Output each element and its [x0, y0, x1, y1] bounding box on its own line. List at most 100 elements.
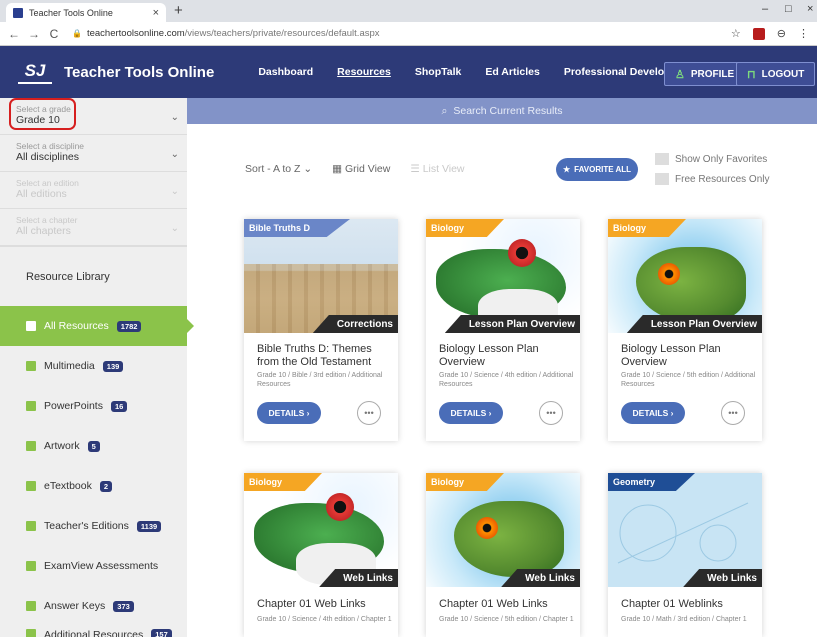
browser-tab-bar: Teacher Tools Online × + – □ × [0, 0, 817, 22]
count-badge: 373 [113, 600, 134, 612]
reload-icon[interactable]: C [44, 27, 64, 41]
chevron-down-icon: ⌄ [170, 149, 179, 160]
details-button[interactable]: DETAILS › [257, 402, 321, 424]
user-icon: ♙ [675, 68, 685, 81]
count-badge: 139 [102, 360, 124, 372]
card-title[interactable]: Chapter 01 Web Links [257, 598, 392, 611]
nav-dashboard[interactable]: Dashboard [246, 66, 325, 78]
free-only-label: Free Resources Only [675, 173, 770, 185]
powerpoint-icon [26, 401, 36, 411]
resource-card[interactable]: Bible Truths D Corrections Bible Truths … [244, 219, 398, 441]
chameleon-eye [476, 517, 498, 539]
url-field[interactable]: 🔒 teachertoolsonline.com/views/teachers/… [72, 28, 380, 39]
logout-label: LOGOUT [761, 68, 805, 80]
site-title[interactable]: Teacher Tools Online [64, 64, 214, 81]
sidebar-item-answer-keys[interactable]: Answer Keys 373 [0, 586, 187, 626]
pdf-extension-icon[interactable] [752, 27, 765, 40]
chapter-select[interactable]: Select a chapter All chapters ⌄ [0, 209, 187, 246]
show-favorites-label: Show Only Favorites [675, 153, 768, 165]
browser-tab[interactable]: Teacher Tools Online × [6, 3, 166, 22]
minimize-button[interactable]: – [762, 3, 768, 15]
nav-resources[interactable]: Resources [325, 66, 403, 78]
sidebar-item-etextbook[interactable]: eTextbook 2 [0, 466, 187, 506]
more-options-button[interactable]: ••• [721, 401, 745, 425]
profile-avatar-icon[interactable]: ⊖ [777, 27, 786, 40]
discipline-select-label: Select a discipline [16, 141, 85, 151]
chapter-select-value: All chapters [16, 225, 71, 237]
new-tab-button[interactable]: + [174, 2, 183, 19]
sidebar-item-multimedia[interactable]: Multimedia 139 [0, 346, 187, 386]
chevron-down-icon: ⌄ [170, 112, 179, 123]
back-arrow-icon[interactable]: ← [4, 27, 24, 41]
logout-button[interactable]: ⊓ LOGOUT [736, 62, 816, 86]
count-badge: 2 [99, 480, 113, 492]
resource-card[interactable]: Biology Lesson Plan Overview Biology Les… [608, 219, 762, 441]
card-meta: Grade 10 / Science / 4th edition / Addit… [439, 372, 574, 389]
profile-button[interactable]: ♙ PROFILE [664, 62, 746, 86]
sidebar-item-label: eTextbook [44, 480, 92, 492]
checkbox-box[interactable] [655, 173, 669, 185]
sidebar-item-label: All Resources [44, 320, 109, 332]
chameleon-eye [658, 263, 680, 285]
checkbox-box[interactable] [655, 153, 669, 165]
grid-view-toggle[interactable]: ▦ Grid View [332, 163, 390, 175]
free-only-checkbox[interactable]: Free Resources Only [655, 173, 769, 185]
teacher-edition-icon [26, 521, 36, 531]
resource-card[interactable]: Geometry Web Links Chapter 01 Weblinks G… [608, 473, 762, 637]
search-bar[interactable]: ⌕ Search Current Results [187, 98, 817, 124]
tab-title: Teacher Tools Online [29, 7, 113, 18]
maximize-button[interactable]: □ [785, 3, 792, 15]
nav-shoptalk[interactable]: ShopTalk [403, 66, 473, 78]
more-options-button[interactable]: ••• [357, 401, 381, 425]
frog-eye [326, 493, 354, 521]
list-icon: ☰ [410, 163, 420, 175]
artwork-icon [26, 441, 36, 451]
count-badge: 1139 [136, 520, 162, 532]
card-title[interactable]: Bible Truths D: Themes from the Old Test… [257, 343, 392, 369]
card-title[interactable]: Biology Lesson Plan Overview [439, 343, 574, 369]
sidebar-item-powerpoints[interactable]: PowerPoints 16 [0, 386, 187, 426]
resource-card[interactable]: Biology Web Links Chapter 01 Web Links G… [426, 473, 580, 637]
edition-select[interactable]: Select an edition All editions ⌄ [0, 172, 187, 209]
main-nav: Dashboard Resources ShopTalk Ed Articles… [246, 66, 707, 78]
star-icon: ★ [562, 165, 571, 174]
url-path: /views/teachers/private/resources/defaul… [184, 28, 380, 39]
menu-dots-icon[interactable]: ⋮ [798, 27, 809, 40]
card-title[interactable]: Biology Lesson Plan Overview [621, 343, 756, 369]
favorite-all-button[interactable]: ★ FAVORITE ALL [556, 158, 638, 181]
more-options-button[interactable]: ••• [539, 401, 563, 425]
resource-type-label: Lesson Plan Overview [444, 315, 580, 333]
list-view-toggle[interactable]: ☰ List View [410, 163, 464, 175]
chevron-down-icon: ⌄ [170, 223, 179, 234]
forward-arrow-icon[interactable]: → [24, 27, 44, 41]
sidebar-item-examview[interactable]: ExamView Assessments [0, 546, 187, 586]
sidebar-item-all-resources[interactable]: All Resources 1782 [0, 306, 194, 346]
resource-card[interactable]: Biology Web Links Chapter 01 Web Links G… [244, 473, 398, 637]
details-button[interactable]: DETAILS › [439, 402, 503, 424]
resource-library-heading: Resource Library [0, 246, 187, 306]
sidebar-item-label: Additional Resources [44, 629, 144, 637]
card-title[interactable]: Chapter 01 Web Links [439, 598, 574, 611]
sidebar-item-additional-resources[interactable]: Additional Resources 157 [0, 626, 187, 637]
logo-icon[interactable]: SJ [18, 60, 52, 84]
edition-select-value: All editions [16, 188, 67, 200]
discipline-select[interactable]: Select a discipline All disciplines ⌄ [0, 135, 187, 172]
sidebar-item-label: Artwork [44, 440, 80, 452]
resource-card[interactable]: Biology Lesson Plan Overview Biology Les… [426, 219, 580, 441]
url-domain: teachertoolsonline.com [86, 28, 185, 39]
sort-dropdown[interactable]: Sort - A to Z ⌄ [245, 163, 312, 175]
additional-resources-icon [26, 629, 36, 637]
tab-close-icon[interactable]: × [153, 7, 159, 19]
card-title[interactable]: Chapter 01 Weblinks [621, 598, 756, 611]
sidebar: Select a grade Grade 10 ⌄ Select a disci… [0, 98, 194, 637]
details-button[interactable]: DETAILS › [621, 402, 685, 424]
close-window-button[interactable]: × [807, 3, 813, 15]
sidebar-item-teachers-editions[interactable]: Teacher's Editions 1139 [0, 506, 187, 546]
nav-ed-articles[interactable]: Ed Articles [473, 66, 551, 78]
assessment-icon [26, 561, 36, 571]
sidebar-item-artwork[interactable]: Artwork 5 [0, 426, 187, 466]
sidebar-item-label: ExamView Assessments [44, 560, 159, 572]
bookmark-star-icon[interactable]: ☆ [731, 27, 741, 40]
show-favorites-checkbox[interactable]: Show Only Favorites [655, 153, 767, 165]
frog-eye [508, 239, 536, 267]
